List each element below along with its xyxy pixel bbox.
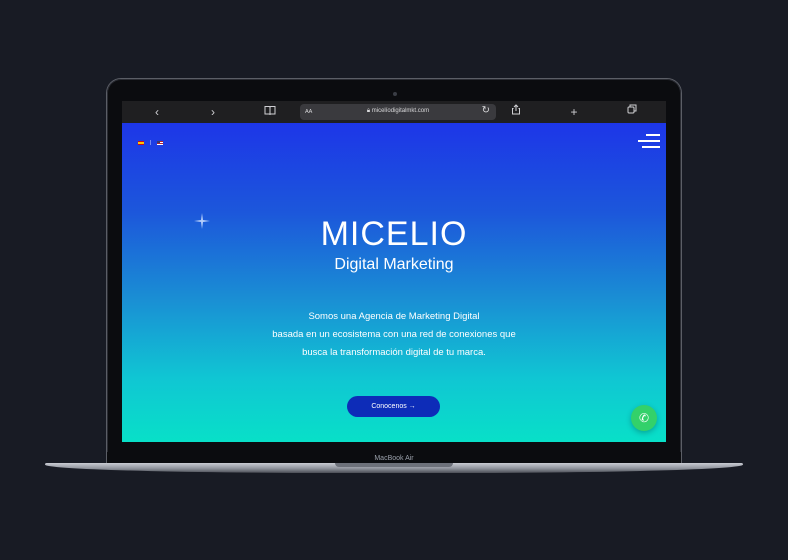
english-flag-icon[interactable] [157,141,164,145]
conocenos-button[interactable]: Conocenos → [347,396,440,417]
tabs-icon[interactable] [624,104,640,120]
back-icon[interactable]: ‹ [149,104,165,120]
url-value: micelíodigitalmkt.com [371,108,430,114]
spanish-flag-icon[interactable] [138,141,144,145]
laptop-screen: ‹ › AA 🔒︎ micelíodigitalmkt.com ↻ + | MI… [122,101,666,442]
laptop-base [45,463,743,473]
website-hero: | MICELIO Digital Marketing Somos una Ag… [122,123,666,442]
description-line: busca la transformación digital de tu ma… [302,347,486,358]
url-text: 🔒︎ micelíodigitalmkt.com [300,108,496,115]
new-tab-icon[interactable]: + [566,104,582,120]
reload-icon[interactable]: ↻ [482,105,490,116]
lang-separator: | [150,140,152,146]
description-line: Somos una Agencia de Marketing Digital [308,311,480,322]
language-switcher: | [138,140,164,146]
base-notch [335,463,453,467]
browser-toolbar: ‹ › AA 🔒︎ micelíodigitalmkt.com ↻ + [122,101,666,123]
share-icon[interactable] [508,104,524,121]
hero-description: Somos una Agencia de Marketing Digital b… [122,308,666,362]
brand-subtitle: Digital Marketing [334,256,454,273]
forward-icon[interactable]: › [205,104,221,120]
description-line: basada en un ecosistema con una red de c… [272,329,516,340]
lock-icon: 🔒︎ [366,108,371,114]
bookmarks-icon[interactable] [262,104,278,120]
address-bar[interactable]: AA 🔒︎ micelíodigitalmkt.com ↻ [300,104,496,120]
hamburger-menu-icon[interactable] [638,134,660,148]
camera-dot [393,92,397,96]
brand-title: MICELIO [320,215,468,253]
whatsapp-icon[interactable]: ✆ [631,405,657,431]
device-label: MacBook Air [107,452,681,463]
